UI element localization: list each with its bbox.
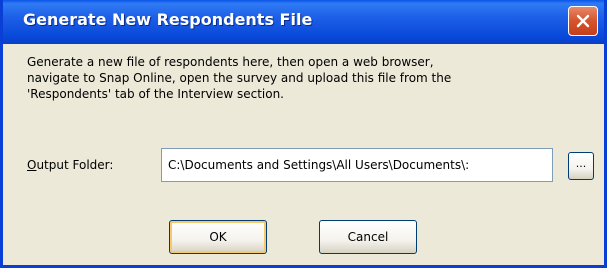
- ok-button[interactable]: OK: [169, 220, 267, 254]
- cancel-button[interactable]: Cancel: [319, 220, 417, 254]
- output-folder-label: Output Folder:: [27, 158, 113, 172]
- title-bar[interactable]: Generate New Respondents File: [3, 0, 604, 44]
- output-folder-field[interactable]: C:\Documents and Settings\All Users\Docu…: [161, 148, 553, 182]
- generate-respondents-dialog: Generate New Respondents File Generate a…: [0, 0, 607, 268]
- close-icon: [575, 13, 591, 29]
- description-line: Generate a new file of respondents here,…: [27, 55, 434, 69]
- output-folder-label-text: utput Folder:: [36, 158, 114, 172]
- description-text: Generate a new file of respondents here,…: [27, 54, 587, 102]
- description-line: navigate to Snap Online, open the survey…: [27, 71, 452, 85]
- window-title: Generate New Respondents File: [23, 10, 313, 29]
- browse-button[interactable]: ...: [568, 152, 594, 180]
- description-line: 'Respondents' tab of the Interview secti…: [27, 87, 284, 101]
- close-button[interactable]: [568, 6, 598, 36]
